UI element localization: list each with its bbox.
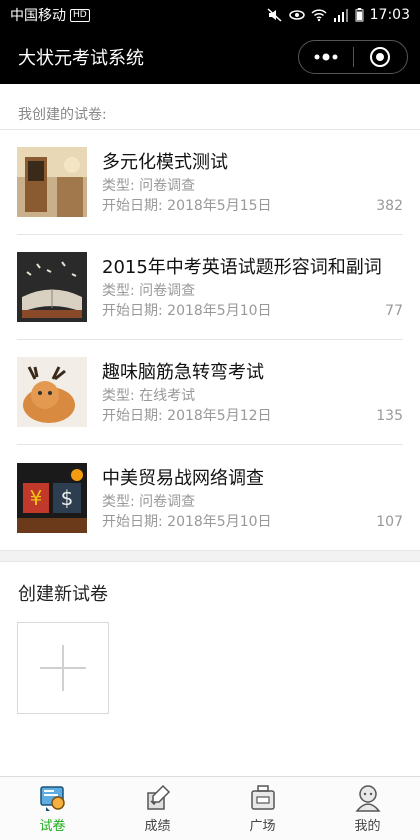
paper-title: 中美贸易战网络调查 bbox=[102, 467, 264, 489]
signal-icon bbox=[333, 9, 348, 22]
status-bar: 中国移动 HD 17:03 bbox=[0, 0, 420, 30]
paper-start-date: 开始日期: 2018年5月15日 bbox=[102, 198, 272, 214]
profile-icon bbox=[354, 785, 381, 812]
paper-item[interactable]: 多元化模式测试 类型: 问卷调查 开始日期: 2018年5月15日 382 bbox=[17, 130, 403, 235]
paper-type: 类型: 在线考试 bbox=[102, 388, 196, 404]
more-button[interactable] bbox=[299, 41, 353, 73]
tab-profile[interactable]: 我的 bbox=[315, 777, 420, 840]
clock: 17:03 bbox=[369, 7, 410, 23]
svg-text:$: $ bbox=[61, 486, 74, 510]
paper-title: 2015年中考英语试题形容词和副词 bbox=[102, 257, 382, 278]
battery-icon bbox=[355, 8, 364, 22]
paper-thumbnail-image: ¥ $ bbox=[17, 462, 87, 533]
tab-label: 我的 bbox=[354, 819, 381, 834]
close-miniprogram-button[interactable] bbox=[354, 41, 408, 73]
paper-start-date: 开始日期: 2018年5月12日 bbox=[102, 408, 272, 424]
paper-item[interactable]: 2015年中考英语试题形容词和副词 类型: 问卷调查 开始日期: 2018年5月… bbox=[17, 235, 403, 340]
tab-exams[interactable]: 试卷 bbox=[0, 777, 105, 840]
paper-thumbnail-image bbox=[17, 357, 87, 427]
wifi-icon bbox=[311, 9, 327, 22]
paper-thumbnail-image bbox=[17, 252, 87, 322]
more-dots-icon bbox=[314, 53, 338, 61]
target-close-icon bbox=[370, 47, 391, 67]
tab-bar: 试卷 成绩 广场 我的 bbox=[0, 776, 420, 840]
eye-icon bbox=[288, 10, 305, 20]
paper-count: 382 bbox=[376, 198, 403, 214]
svg-text:¥: ¥ bbox=[30, 486, 43, 510]
score-icon bbox=[146, 784, 170, 810]
tab-label: 广场 bbox=[249, 819, 276, 834]
create-paper-heading: 创建新试卷 bbox=[18, 584, 108, 605]
navigation-bar: 大状元考试系统 bbox=[0, 30, 420, 84]
hd-badge: HD bbox=[70, 8, 90, 22]
capsule-menu bbox=[298, 40, 408, 74]
tab-scores[interactable]: 成绩 bbox=[105, 777, 210, 840]
paper-start-date: 开始日期: 2018年5月10日 bbox=[102, 303, 272, 319]
tab-label: 成绩 bbox=[144, 819, 171, 834]
paper-type: 类型: 问卷调查 bbox=[102, 493, 196, 510]
carrier-label: 中国移动 bbox=[10, 8, 66, 24]
mute-icon bbox=[267, 8, 282, 22]
paper-title: 多元化模式测试 bbox=[102, 152, 228, 173]
paper-list: 多元化模式测试 类型: 问卷调查 开始日期: 2018年5月15日 382 20… bbox=[0, 130, 420, 550]
paper-item[interactable]: ¥ $ 中美贸易战网络调查 类型: 问卷调查 开始日期: 2018年5月10日 … bbox=[17, 445, 403, 550]
paper-thumbnail-image bbox=[17, 147, 87, 217]
tab-plaza[interactable]: 广场 bbox=[210, 777, 315, 840]
paper-count: 77 bbox=[385, 303, 403, 319]
my-papers-label: 我创建的试卷: bbox=[0, 84, 420, 130]
page-title: 大状元考试系统 bbox=[18, 48, 144, 69]
plaza-icon bbox=[250, 785, 275, 810]
create-paper-button[interactable] bbox=[17, 622, 109, 714]
paper-count: 135 bbox=[376, 408, 403, 424]
paper-start-date: 开始日期: 2018年5月10日 bbox=[102, 513, 272, 530]
paper-count: 107 bbox=[376, 513, 403, 530]
paper-type: 类型: 问卷调查 bbox=[102, 178, 196, 194]
plus-icon bbox=[40, 645, 86, 691]
paper-item[interactable]: 趣味脑筋急转弯考试 类型: 在线考试 开始日期: 2018年5月12日 135 bbox=[17, 340, 403, 445]
paper-type: 类型: 问卷调查 bbox=[102, 283, 196, 299]
tab-label: 试卷 bbox=[39, 819, 66, 834]
paper-title: 趣味脑筋急转弯考试 bbox=[102, 362, 264, 383]
exam-icon bbox=[39, 786, 65, 811]
section-divider bbox=[0, 550, 420, 562]
